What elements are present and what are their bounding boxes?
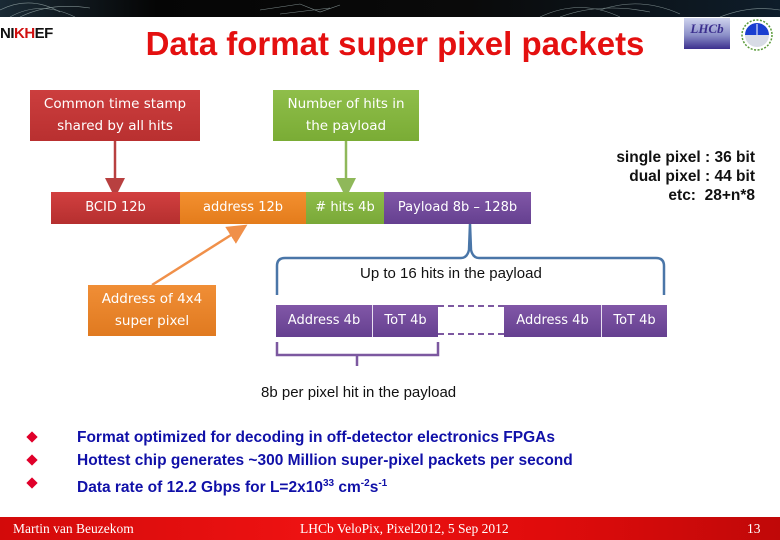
size-line: dual pixel : 44 bit (629, 168, 755, 185)
address-segment: address 12b (180, 192, 306, 224)
bullet-item: Hottest chip generates ~300 Million supe… (24, 450, 764, 473)
footer-author: Martin van Beuzekom (13, 521, 134, 536)
diamond-bullet-icon (26, 431, 38, 443)
diamond-bullet-icon (26, 477, 38, 489)
bullet-list: Format optimized for decoding in off-det… (24, 427, 764, 496)
bullet-item: Data rate of 12.2 Gbps for L=2x1033 cm-2… (24, 473, 764, 496)
footer-bar: Martin van Beuzekom LHCb VeloPix, Pixel2… (0, 517, 780, 540)
packet-size-info: single pixel : 36 bit dual pixel : 44 bi… (540, 148, 755, 205)
bcid-segment: BCID 12b (51, 192, 180, 224)
payload-brace (275, 223, 666, 295)
nhits-segment: # hits 4b (306, 192, 384, 224)
more-hits-placeholder (438, 305, 504, 335)
hit-address-segment: Address 4b (276, 305, 372, 337)
payload-brace-label: Up to 16 hits in the payload (360, 265, 542, 282)
hit-tot-segment: ToT 4b (372, 305, 438, 337)
size-line: etc: 28+n*8 (668, 187, 755, 204)
size-line: single pixel : 36 bit (616, 149, 755, 166)
diamond-bullet-icon (26, 454, 38, 466)
address-arrow (151, 224, 248, 287)
page-number: 13 (747, 521, 761, 536)
hit-brace (275, 342, 440, 366)
hit-address-segment: Address 4b (504, 305, 601, 337)
hit-brace-label: 8b per pixel hit in the payload (261, 384, 457, 401)
hit-tot-segment: ToT 4b (601, 305, 667, 337)
payload-segment: Payload 8b – 128b (384, 192, 531, 224)
footer-event: LHCb VeloPix, Pixel2012, 5 Sep 2012 (300, 521, 509, 536)
bullet-item: Format optimized for decoding in off-det… (24, 427, 764, 450)
